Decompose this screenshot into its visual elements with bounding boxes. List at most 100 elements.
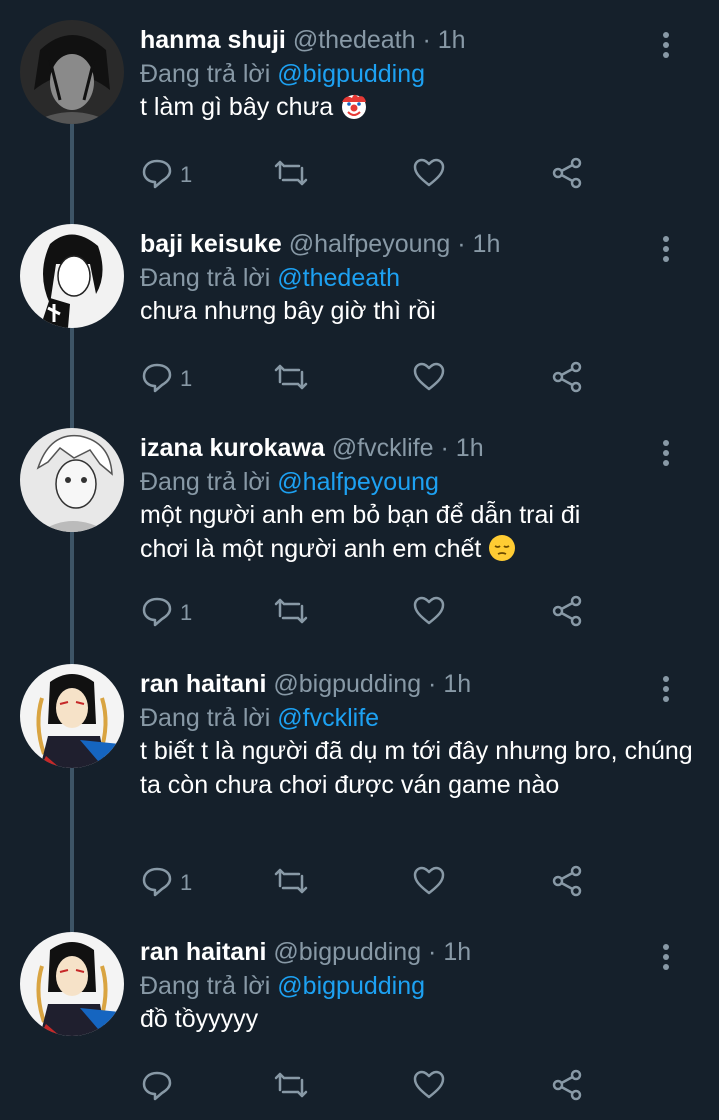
retweet-icon <box>274 864 308 903</box>
reply-mention[interactable]: @fvcklife <box>277 704 379 732</box>
display-name[interactable]: ran haitani <box>140 938 266 966</box>
reply-context: Đang trả lời @bigpudding <box>140 970 425 1002</box>
display-name[interactable]: ran haitani <box>140 670 266 698</box>
action-bar: 1 <box>140 595 600 631</box>
reply-button[interactable]: 1 <box>140 865 192 901</box>
separator-dot: · <box>440 434 449 462</box>
tweet[interactable]: izana kurokawa @fvcklife · 1h Đang trả l… <box>0 428 719 650</box>
reply-context: Đang trả lời @halfpeyoung <box>140 466 439 498</box>
retweet-icon <box>274 360 308 399</box>
more-icon[interactable] <box>656 30 676 60</box>
reply-context: Đang trả lời @fvcklife <box>140 702 379 734</box>
avatar[interactable] <box>20 932 124 1036</box>
tweet-text-line: chơi là một người anh em chết <box>140 532 700 571</box>
share-button[interactable] <box>550 595 584 631</box>
share-button[interactable] <box>550 1069 584 1105</box>
tweet-header: baji keisuke @halfpeyoung · 1h <box>140 228 500 260</box>
timestamp[interactable]: 1h <box>456 434 484 462</box>
reply-button[interactable]: 1 <box>140 361 192 397</box>
reply-button[interactable]: 1 <box>140 595 192 631</box>
user-handle[interactable]: @thedeath <box>293 26 416 54</box>
retweet-button[interactable] <box>274 361 308 397</box>
reply-prefix: Đang trả lời <box>140 468 271 496</box>
timestamp[interactable]: 1h <box>443 670 471 698</box>
reply-icon <box>140 1068 174 1107</box>
reply-mention[interactable]: @thedeath <box>277 264 400 292</box>
like-button[interactable] <box>412 361 446 397</box>
share-button[interactable] <box>550 157 584 193</box>
more-icon[interactable] <box>656 942 676 972</box>
avatar[interactable] <box>20 224 124 328</box>
like-button[interactable] <box>412 157 446 193</box>
timestamp[interactable]: 1h <box>443 938 471 966</box>
reply-button[interactable]: 1 <box>140 157 192 193</box>
tweet-text: đồ tồyyyyy <box>140 1005 259 1033</box>
tweet[interactable]: baji keisuke @halfpeyoung · 1h Đang trả … <box>0 224 719 414</box>
reply-icon <box>140 864 174 903</box>
display-name[interactable]: hanma shuji <box>140 26 286 54</box>
user-handle[interactable]: @fvcklife <box>332 434 434 462</box>
like-button[interactable] <box>412 595 446 631</box>
action-bar: 1 <box>140 157 600 193</box>
reply-count: 1 <box>180 870 193 895</box>
reply-prefix: Đang trả lời <box>140 972 271 1000</box>
retweet-icon <box>274 1068 308 1107</box>
reply-prefix: Đang trả lời <box>140 264 271 292</box>
retweet-button[interactable] <box>274 1069 308 1105</box>
retweet-button[interactable] <box>274 157 308 193</box>
display-name[interactable]: baji keisuke <box>140 230 282 258</box>
share-button[interactable] <box>550 361 584 397</box>
tweet-header: izana kurokawa @fvcklife · 1h <box>140 432 484 464</box>
reply-prefix: Đang trả lời <box>140 60 271 88</box>
avatar[interactable] <box>20 664 124 768</box>
like-icon <box>412 864 446 903</box>
avatar[interactable] <box>20 20 124 124</box>
tweet-header: ran haitani @bigpudding · 1h <box>140 668 471 700</box>
tweet[interactable]: ran haitani @bigpudding · 1h Đang trả lờ… <box>0 932 719 1112</box>
separator-dot: · <box>422 26 431 54</box>
tweet[interactable]: hanma shuji @thedeath · 1h Đang trả lời … <box>0 20 719 210</box>
like-icon <box>412 1068 446 1107</box>
share-button[interactable] <box>550 865 584 901</box>
reply-count: 1 <box>180 366 193 391</box>
share-icon <box>550 1068 584 1107</box>
more-icon[interactable] <box>656 674 676 704</box>
separator-dot: · <box>428 938 437 966</box>
like-icon <box>412 594 446 633</box>
reply-icon <box>140 360 174 399</box>
like-icon <box>412 360 446 399</box>
avatar[interactable] <box>20 428 124 532</box>
timestamp[interactable]: 1h <box>473 230 501 258</box>
reply-mention[interactable]: @halfpeyoung <box>277 468 439 496</box>
share-icon <box>550 864 584 903</box>
reply-mention[interactable]: @bigpudding <box>277 972 425 1000</box>
more-icon[interactable] <box>656 438 676 468</box>
retweet-icon <box>274 594 308 633</box>
reply-mention[interactable]: @bigpudding <box>277 60 425 88</box>
timestamp[interactable]: 1h <box>438 26 466 54</box>
action-bar: 1 <box>140 865 600 901</box>
reply-icon <box>140 594 174 633</box>
tweet-header: hanma shuji @thedeath · 1h <box>140 24 466 56</box>
retweet-icon <box>274 156 308 195</box>
action-bar <box>140 1069 600 1105</box>
reply-button[interactable] <box>140 1069 180 1105</box>
more-icon[interactable] <box>656 234 676 264</box>
tweet-text-content: chơi là một người anh em chết <box>140 535 482 563</box>
user-handle[interactable]: @halfpeyoung <box>289 230 451 258</box>
reply-count: 1 <box>180 600 193 625</box>
like-button[interactable] <box>412 865 446 901</box>
retweet-button[interactable] <box>274 865 308 901</box>
separator-dot: · <box>428 670 437 698</box>
tweet[interactable]: ran haitani @bigpudding · 1h Đang trả lờ… <box>0 664 719 920</box>
tweet-text-content: t làm gì bây chưa <box>140 93 334 121</box>
retweet-button[interactable] <box>274 595 308 631</box>
user-handle[interactable]: @bigpudding <box>273 670 421 698</box>
share-icon <box>550 594 584 633</box>
like-button[interactable] <box>412 1069 446 1105</box>
reply-count: 1 <box>180 162 193 187</box>
user-handle[interactable]: @bigpudding <box>273 938 421 966</box>
separator-dot: · <box>457 230 466 258</box>
display-name[interactable]: izana kurokawa <box>140 434 325 462</box>
tweet-text: t làm gì bây chưa <box>140 90 700 129</box>
